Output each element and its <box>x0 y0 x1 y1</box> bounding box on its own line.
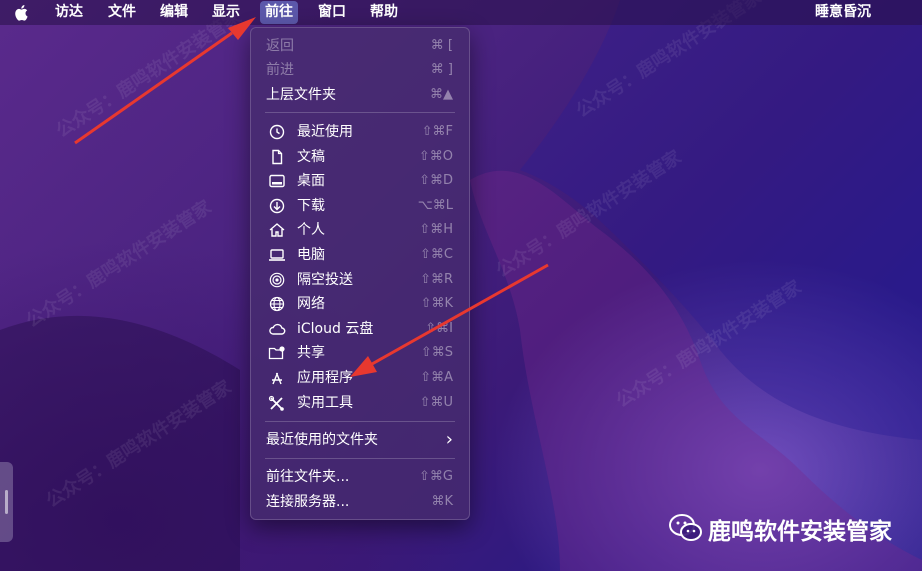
wechat-icon <box>669 514 702 541</box>
annotation-arrows <box>74 17 549 377</box>
badge-text: 鹿鸣软件安装管家 <box>708 519 892 545</box>
grip-handle <box>5 490 8 514</box>
dock-edge-handle[interactable] <box>0 462 13 542</box>
